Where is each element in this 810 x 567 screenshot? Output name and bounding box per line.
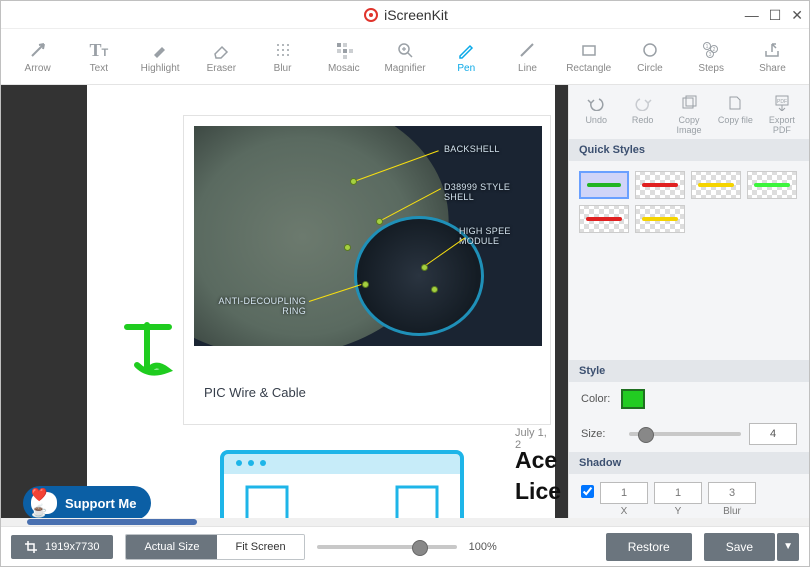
image-caption: PIC Wire & Cable (204, 385, 306, 400)
crop-dimensions[interactable]: 1919x7730 (11, 535, 113, 559)
style-swatch[interactable] (579, 205, 629, 233)
pen-icon (436, 39, 497, 61)
undo-icon (573, 93, 619, 113)
zoom-value: 100% (469, 541, 497, 553)
style-header: Style (569, 360, 809, 382)
tool-circle[interactable]: Circle (619, 39, 680, 74)
shadow-header: Shadow (569, 452, 809, 474)
style-swatch[interactable] (747, 171, 797, 199)
size-slider[interactable] (629, 432, 741, 436)
tool-highlight[interactable]: Highlight (129, 39, 190, 74)
export-pdf-button[interactable]: PDFExport PDF (759, 93, 805, 135)
eraser-icon (191, 39, 252, 61)
tool-blur[interactable]: Blur (252, 39, 313, 74)
app-title-text: iScreenKit (384, 7, 448, 23)
save-dropdown[interactable]: ▼ (777, 533, 799, 561)
browser-illustration-icon (217, 447, 467, 525)
coffee-icon: ❤️☕ (31, 492, 57, 514)
redo-button[interactable]: Redo (619, 93, 665, 135)
line-icon (497, 39, 558, 61)
redo-icon (619, 93, 665, 113)
pdf-icon: PDF (759, 93, 805, 113)
shadow-blur-input[interactable]: 3 (708, 482, 756, 504)
tool-mosaic[interactable]: Mosaic (313, 39, 374, 74)
size-row: Size: 4 (569, 416, 809, 452)
zoom-slider[interactable] (317, 545, 457, 549)
color-label: Color: (581, 393, 621, 405)
image-card: BACKSHELL D38999 STYLE SHELL HIGH SPEE M… (183, 115, 551, 425)
close-button[interactable]: ✕ (791, 8, 803, 22)
magnifier-icon (374, 39, 435, 61)
quick-styles-grid (569, 161, 809, 243)
style-swatch[interactable] (691, 171, 741, 199)
side-panel: Undo Redo Copy Image Copy file PDFExport… (568, 85, 809, 525)
fit-screen-button[interactable]: Fit Screen (217, 535, 303, 559)
actual-size-button[interactable]: Actual Size (126, 535, 217, 559)
color-picker[interactable] (621, 389, 645, 409)
tool-eraser[interactable]: Eraser (191, 39, 252, 74)
action-row: Undo Redo Copy Image Copy file PDFExport… (569, 85, 809, 139)
article-headline: AceLice (515, 445, 561, 507)
rectangle-icon (558, 39, 619, 61)
style-swatch[interactable] (579, 171, 629, 199)
blur-icon (252, 39, 313, 61)
share-icon (742, 39, 803, 61)
tool-magnifier[interactable]: Magnifier (374, 39, 435, 74)
product-image: BACKSHELL D38999 STYLE SHELL HIGH SPEE M… (194, 126, 542, 346)
shadow-checkbox[interactable] (581, 485, 594, 498)
svg-text:PDF: PDF (777, 99, 787, 105)
save-button[interactable]: Save (704, 533, 775, 561)
copy-file-button[interactable]: Copy file (712, 93, 758, 135)
canvas[interactable]: BACKSHELL D38999 STYLE SHELL HIGH SPEE M… (1, 85, 568, 525)
app-logo-icon (362, 6, 380, 24)
style-swatch[interactable] (635, 171, 685, 199)
title-bar: iScreenKit — ☐ ✕ (1, 1, 809, 29)
size-label: Size: (581, 428, 621, 440)
shadow-y-input[interactable]: 1 (654, 482, 702, 504)
svg-text:1: 1 (706, 44, 709, 50)
quick-styles-header: Quick Styles (569, 139, 809, 161)
restore-button[interactable]: Restore (606, 533, 692, 561)
svg-text:3: 3 (709, 52, 712, 58)
highlight-icon (129, 39, 190, 61)
pen-stroke (119, 315, 199, 385)
main-toolbar: Arrow TTText Highlight Eraser Blur Mosai… (1, 29, 809, 85)
tool-text[interactable]: TTText (68, 39, 129, 74)
tool-line[interactable]: Line (497, 39, 558, 74)
copy-image-button[interactable]: Copy Image (666, 93, 712, 135)
tool-pen[interactable]: Pen (436, 39, 497, 74)
support-button[interactable]: ❤️☕ Support Me (23, 486, 151, 520)
bottom-bar: 1919x7730 Actual Size Fit Screen 100% Re… (1, 526, 809, 566)
circle-icon (619, 39, 680, 61)
callout-module: HIGH SPEE MODULE (459, 226, 511, 246)
callout-backshell: BACKSHELL (444, 144, 500, 154)
tool-share[interactable]: Share (742, 39, 803, 74)
undo-button[interactable]: Undo (573, 93, 619, 135)
tool-arrow[interactable]: Arrow (7, 39, 68, 74)
tool-steps[interactable]: 123Steps (681, 39, 742, 74)
callout-shell: D38999 STYLE SHELL (444, 182, 542, 202)
zoom-mode-segment: Actual Size Fit Screen (125, 534, 304, 560)
horizontal-scrollbar[interactable] (1, 518, 809, 526)
copy-image-icon (666, 93, 712, 113)
style-swatch[interactable] (635, 205, 685, 233)
copy-file-icon (712, 93, 758, 113)
minimize-button[interactable]: — (745, 8, 759, 22)
page: BACKSHELL D38999 STYLE SHELL HIGH SPEE M… (87, 85, 555, 525)
app-title: iScreenKit (362, 6, 448, 24)
color-row: Color: (569, 382, 809, 416)
window-controls: — ☐ ✕ (745, 1, 803, 29)
callout-ring: ANTI-DECOUPLING RING (216, 296, 306, 316)
content-area: BACKSHELL D38999 STYLE SHELL HIGH SPEE M… (1, 85, 809, 525)
size-input[interactable]: 4 (749, 423, 797, 445)
tool-rectangle[interactable]: Rectangle (558, 39, 619, 74)
steps-icon: 123 (681, 39, 742, 61)
mosaic-icon (313, 39, 374, 61)
shadow-x-input[interactable]: 1 (600, 482, 648, 504)
maximize-button[interactable]: ☐ (769, 8, 782, 22)
crop-icon (25, 541, 37, 553)
